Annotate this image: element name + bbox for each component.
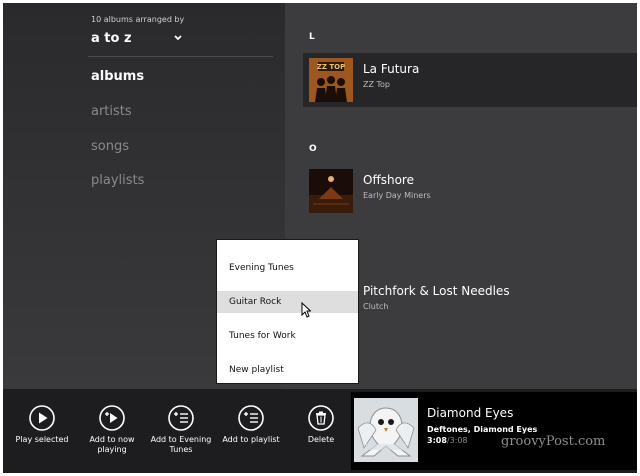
add-to-now-playing-button[interactable]: Add to now playing [77,389,147,473]
nav-item-albums[interactable]: albums [91,69,144,84]
nav-item-artists[interactable]: artists [91,104,132,119]
elapsed-time: 3:08 [427,436,447,445]
app-bar: Play selected Add to now playing Add to … [3,389,637,473]
add-to-evening-tunes-button[interactable]: Add to Evening Tunes [146,389,216,473]
total-time: /3:08 [446,436,468,445]
arranged-caption: 10 albums arranged by [91,15,185,24]
album-row-offshore[interactable]: Offshore Early Day Miners [303,164,637,218]
now-playing-artist: Deftones, Diamond Eyes [427,425,538,434]
group-header-l[interactable]: L [309,32,315,42]
menu-item-tunes-for-work[interactable]: Tunes for Work [217,325,358,347]
delete-button[interactable]: Delete [286,389,356,473]
play-icon [29,405,55,431]
add-list-icon [238,405,264,431]
add-to-playlist-button[interactable]: Add to playlist [216,389,286,473]
nav-item-songs[interactable]: songs [91,139,129,154]
play-selected-label: Play selected [15,435,69,444]
nav-item-playlists[interactable]: playlists [91,173,144,188]
delete-label: Delete [307,435,335,444]
album-art-la-futura: ZZ TOP [309,58,353,102]
now-playing-album-art [354,398,418,462]
album-row-la-futura[interactable]: ZZ TOP La Futura ZZ Top [303,53,637,107]
add-to-evening-tunes-label: Add to Evening Tunes [150,435,212,454]
album-artist: Clutch [363,302,389,311]
add-list-icon [168,405,194,431]
add-to-playlist-label: Add to playlist [222,435,280,444]
group-header-o[interactable]: O [309,144,317,154]
now-playing-panel[interactable]: Diamond Eyes Deftones, Diamond Eyes 3:08… [351,392,637,470]
album-artist: Early Day Miners [363,191,431,200]
watermark: groovyPost.com [501,434,606,449]
album-title: Pitchfork & Lost Needles [363,284,510,298]
music-app-window: 10 albums arranged by a to z albums arti… [3,3,637,473]
mouse-cursor-icon [301,302,311,318]
play-selected-button[interactable]: Play selected [7,389,77,473]
trash-icon [308,405,334,431]
album-title: La Futura [363,62,420,76]
menu-item-guitar-rock[interactable]: Guitar Rock [217,291,358,313]
album-art-offshore [309,169,353,213]
sort-value: a to z [91,30,132,46]
album-title: Offshore [363,173,414,187]
now-playing-title: Diamond Eyes [427,406,514,420]
chevron-down-icon [174,35,182,41]
menu-item-new-playlist[interactable]: New playlist [217,359,358,381]
now-playing-time: 3:08/3:08 [427,436,468,445]
album-artist: ZZ Top [363,80,391,89]
add-to-now-playing-icon [99,405,125,431]
divider [88,56,273,57]
svg-text:ZZ TOP: ZZ TOP [317,63,345,71]
sort-dropdown[interactable]: a to z [91,29,183,47]
playlist-popup-menu: Evening Tunes Guitar Rock Tunes for Work… [216,239,359,384]
add-to-now-playing-label: Add to now playing [89,435,135,454]
menu-item-evening-tunes[interactable]: Evening Tunes [217,257,358,279]
